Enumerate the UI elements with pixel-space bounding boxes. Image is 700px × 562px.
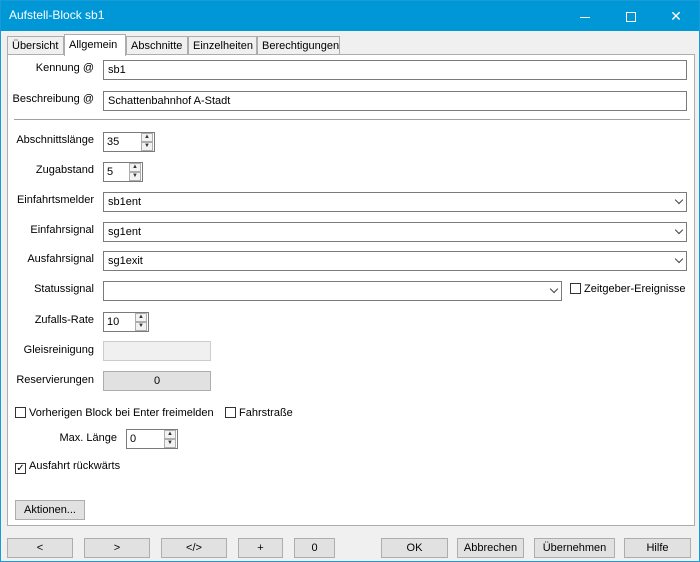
zugabstand-label: Zugabstand (35, 164, 94, 176)
general-panel: Kennung @ sb1 Beschreibung @ Schattenbah… (7, 54, 695, 526)
statussignal-label: Statussignal (34, 283, 94, 295)
einfahrtsmelder-label: Einfahrtsmelder (16, 194, 94, 206)
einfahrsignal-combo[interactable]: sg1ent (103, 222, 687, 242)
zeitgeber-checkbox[interactable]: Zeitgeber-Ereignisse (570, 283, 686, 295)
dialog-window: Aufstell-Block sb1 ✕ Übersicht Allgemein… (0, 0, 700, 562)
title-bar: Aufstell-Block sb1 ✕ (1, 1, 699, 31)
abschnittslaenge-label: Abschnittslänge (16, 134, 94, 146)
reservierungen-label: Reservierungen (16, 374, 94, 386)
spin-up-icon[interactable]: ▲ (129, 163, 141, 172)
statussignal-combo[interactable] (103, 281, 562, 301)
close-icon: ✕ (670, 8, 682, 24)
einfahrtsmelder-value: sb1ent (108, 196, 142, 208)
ausfahrsignal-value: sg1exit (108, 255, 143, 267)
beschreibung-label: Beschreibung @ (12, 93, 95, 105)
minimize-icon (580, 16, 590, 18)
vorherigen-block-label: Vorherigen Block bei Enter freimelden (29, 407, 214, 419)
zero-button[interactable]: 0 (294, 538, 335, 558)
checkbox-icon[interactable] (225, 407, 236, 418)
einfahrtsmelder-combo[interactable]: sb1ent (103, 192, 687, 212)
chevron-down-icon[interactable] (674, 225, 684, 236)
maximize-button[interactable] (608, 1, 654, 31)
maximize-icon (626, 12, 636, 23)
separator (14, 119, 690, 120)
ausfahrt-rueckwaerts-checkbox[interactable]: ✓ Ausfahrt rückwärts (15, 460, 120, 474)
gleisreinigung-label: Gleisreinigung (23, 344, 94, 356)
close-button[interactable]: ✕ (653, 1, 699, 31)
abschnittslaenge-spinner[interactable]: 35 ▲ ▼ (103, 132, 155, 152)
kennung-input[interactable]: sb1 (103, 60, 687, 80)
spin-down-icon[interactable]: ▼ (129, 172, 141, 181)
einfahrsignal-value: sg1ent (108, 226, 142, 238)
gleisreinigung-field (103, 341, 211, 361)
spin-down-icon[interactable]: ▼ (164, 439, 176, 448)
spin-up-icon[interactable]: ▲ (135, 313, 147, 322)
cancel-button[interactable]: Abbrechen (457, 538, 524, 558)
checkmark-icon[interactable]: ✓ (15, 463, 26, 474)
ausfahrsignal-combo[interactable]: sg1exit (103, 251, 687, 271)
aktionen-button[interactable]: Aktionen... (15, 500, 85, 520)
kennung-label: Kennung @ (35, 62, 94, 74)
tab-allgemein[interactable]: Allgemein (64, 34, 126, 56)
ausfahrsignal-label: Ausfahrsignal (27, 253, 94, 265)
einfahrsignal-label: Einfahrsignal (30, 224, 94, 236)
code-button[interactable]: </> (161, 538, 227, 558)
spin-up-icon[interactable]: ▲ (164, 430, 176, 439)
maxlaenge-spinner[interactable]: 0 ▲ ▼ (126, 429, 178, 449)
vorherigen-block-checkbox[interactable]: Vorherigen Block bei Enter freimelden (15, 407, 214, 419)
zufallsrate-spinner[interactable]: 10 ▲ ▼ (103, 312, 149, 332)
window-title: Aufstell-Block sb1 (9, 8, 105, 22)
fahrstrasse-label: Fahrstraße (239, 407, 293, 419)
fahrstrasse-checkbox[interactable]: Fahrstraße (225, 407, 293, 419)
zeitgeber-label: Zeitgeber-Ereignisse (584, 283, 686, 295)
chevron-down-icon[interactable] (674, 254, 684, 265)
tab-berechtigungen[interactable]: Berechtigungen (257, 36, 340, 55)
next-button[interactable]: > (84, 538, 150, 558)
beschreibung-input[interactable]: Schattenbahnhof A-Stadt (103, 91, 687, 111)
checkbox-icon[interactable] (15, 407, 26, 418)
maxlaenge-label: Max. Länge (59, 432, 117, 444)
tab-uebersicht[interactable]: Übersicht (7, 36, 64, 55)
spin-up-icon[interactable]: ▲ (141, 133, 153, 142)
zufallsrate-label: Zufalls-Rate (34, 314, 94, 326)
spin-down-icon[interactable]: ▼ (141, 142, 153, 151)
minimize-button[interactable] (562, 1, 608, 31)
tab-einzelheiten[interactable]: Einzelheiten (188, 36, 257, 55)
chevron-down-icon[interactable] (549, 284, 559, 295)
reservierungen-button[interactable]: 0 (103, 371, 211, 391)
ausfahrt-rueckwaerts-label: Ausfahrt rückwärts (29, 460, 121, 472)
apply-button[interactable]: Übernehmen (534, 538, 615, 558)
checkbox-icon[interactable] (570, 283, 581, 294)
spin-down-icon[interactable]: ▼ (135, 322, 147, 331)
chevron-down-icon[interactable] (674, 195, 684, 206)
tab-abschnitte[interactable]: Abschnitte (126, 36, 188, 55)
previous-button[interactable]: < (7, 538, 73, 558)
zugabstand-spinner[interactable]: 5 ▲ ▼ (103, 162, 143, 182)
ok-button[interactable]: OK (381, 538, 448, 558)
help-button[interactable]: Hilfe (624, 538, 691, 558)
plus-button[interactable]: + (238, 538, 283, 558)
